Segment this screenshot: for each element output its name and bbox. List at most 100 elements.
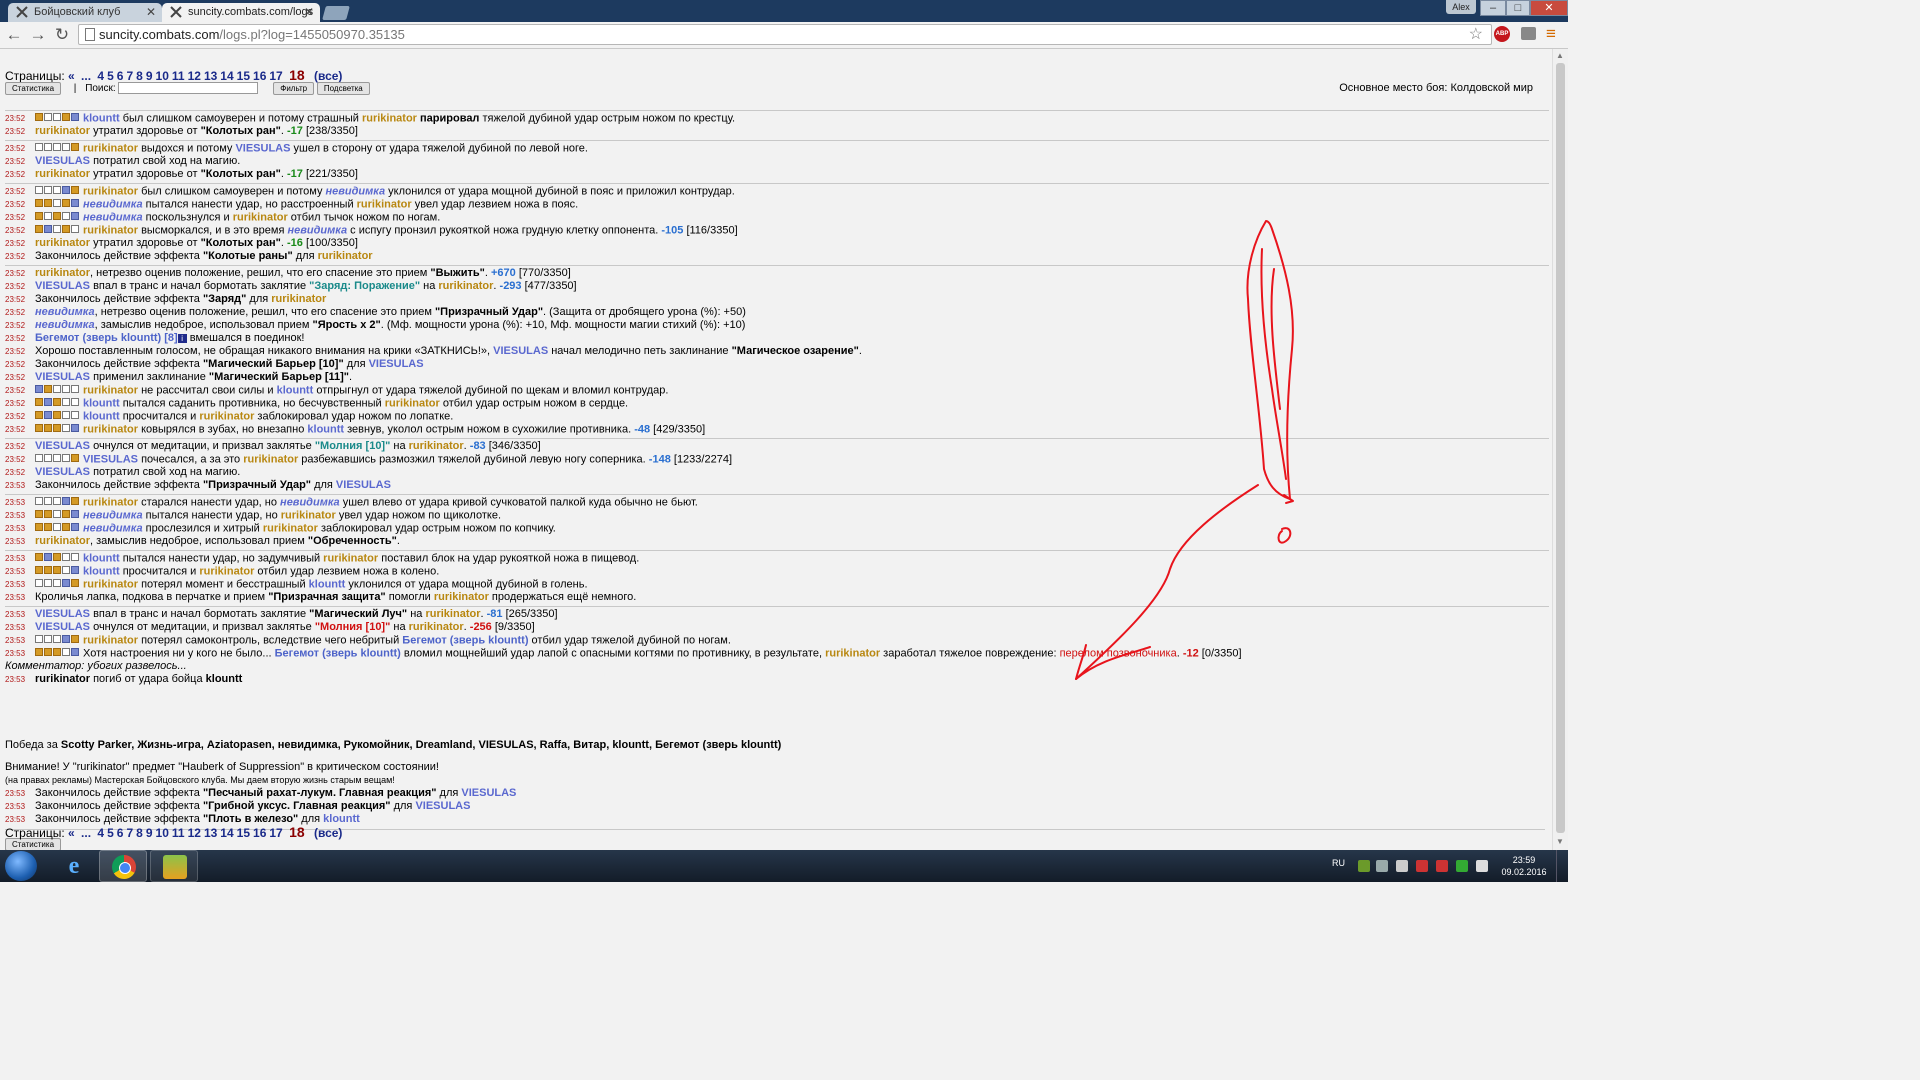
filter-button[interactable]: Фильтр — [273, 82, 315, 95]
minimize-button[interactable]: – — [1480, 0, 1506, 16]
new-tab-button[interactable] — [322, 6, 350, 20]
tab-fight-club[interactable]: Бойцовский клуб ✕ — [8, 3, 162, 22]
tab-close-icon[interactable]: ✕ — [304, 3, 314, 21]
page-link[interactable]: 6 — [117, 826, 124, 840]
extension-icon[interactable] — [1521, 27, 1536, 40]
tray-icon[interactable] — [1416, 860, 1428, 872]
page-first-link[interactable]: « — [68, 69, 75, 83]
taskbar-chrome[interactable] — [99, 850, 147, 882]
page-link[interactable]: 7 — [126, 69, 133, 83]
page-link[interactable]: 13 — [204, 826, 217, 840]
maximize-button[interactable]: □ — [1506, 0, 1530, 16]
page-first-link[interactable]: « — [68, 826, 75, 840]
scroll-thumb[interactable] — [1556, 63, 1565, 833]
page-ellipsis-link[interactable]: ... — [81, 826, 91, 840]
tab-close-icon[interactable]: ✕ — [146, 3, 156, 21]
page-link[interactable]: 14 — [220, 826, 233, 840]
page-link[interactable]: 10 — [156, 69, 169, 83]
log-line: 23:52 klountt был слишком самоуверен и по… — [5, 110, 1549, 125]
show-desktop-button[interactable] — [1556, 850, 1569, 882]
pagination-top: Страницы: « ... 4 5 6 7 8 9 10 11 12 13 14 15 16 17 1… — [5, 68, 345, 83]
ie-icon: e — [68, 853, 80, 879]
log-line: 23:52 rurikinator был слишком самоуверен … — [5, 183, 1549, 198]
log-line: 23:52 rurikinator утратил здоровье от "Ко… — [5, 168, 358, 180]
page-link[interactable]: 16 — [253, 826, 266, 840]
page-link[interactable]: 12 — [188, 69, 201, 83]
tray-icon[interactable] — [1376, 860, 1388, 872]
page-link[interactable]: 12 — [188, 826, 201, 840]
page-link[interactable]: 11 — [172, 826, 185, 840]
effect-end-line: 23:53 Закончилось действие эффекта "Грибн… — [5, 800, 471, 812]
page-link[interactable]: 15 — [237, 69, 250, 83]
bookmark-star-icon[interactable]: ☆ — [1469, 25, 1483, 44]
taskbar-app[interactable] — [150, 850, 198, 882]
close-window-button[interactable]: ✕ — [1530, 0, 1568, 16]
tab-strip: Бойцовский клуб ✕ suncity.combats.com/lo… — [0, 0, 1568, 22]
page-link[interactable]: 17 — [269, 826, 282, 840]
scroll-down-icon[interactable]: ▼ — [1556, 837, 1564, 846]
start-button-icon[interactable] — [5, 851, 37, 881]
page-ellipsis-link[interactable]: ... — [81, 69, 91, 83]
app-icon — [163, 855, 187, 879]
page-link[interactable]: 7 — [126, 826, 133, 840]
page-link[interactable]: 4 — [97, 826, 104, 840]
page-link[interactable]: 14 — [220, 69, 233, 83]
page-link[interactable]: 9 — [146, 826, 153, 840]
tray-icon[interactable] — [1358, 860, 1370, 872]
highlight-button[interactable]: Подсветка — [316, 82, 370, 95]
search-input[interactable] — [118, 82, 259, 95]
log-line: 23:52 VIESULAS потратил свой ход на магию… — [5, 155, 241, 167]
forward-arrow-icon[interactable]: → — [28, 25, 48, 45]
page-link[interactable]: 5 — [107, 826, 114, 840]
tray-icon[interactable] — [1456, 860, 1468, 872]
reload-icon[interactable]: ↻ — [52, 25, 72, 45]
tab-title: suncity.combats.com/logs — [188, 6, 314, 18]
pagination-bottom: Страницы: « ... 4 5 6 7 8 9 10 11 12 13 14 15 16 17 1… — [5, 825, 345, 840]
speaker-icon[interactable] — [1476, 860, 1488, 872]
tab-title: Бойцовский клуб — [34, 6, 121, 18]
separator: | — [73, 83, 77, 94]
page-link[interactable]: 5 — [107, 69, 114, 83]
address-bar[interactable]: suncity.combats.com/logs.pl?log=14550509… — [78, 24, 1492, 45]
url-path: /logs.pl?log=1455050970.35135 — [219, 27, 405, 42]
page-link[interactable]: 9 — [146, 69, 153, 83]
profile-button[interactable]: Alex — [1446, 0, 1476, 14]
vertical-scrollbar[interactable]: ▲ ▼ — [1552, 49, 1568, 850]
back-arrow-icon[interactable]: ← — [4, 25, 24, 45]
menu-icon[interactable]: ≡ — [1546, 24, 1556, 44]
search-label: Поиск: — [85, 83, 116, 94]
page-link[interactable]: 15 — [237, 826, 250, 840]
page-all-link[interactable]: (все) — [314, 826, 342, 840]
page-current: 18 — [289, 67, 305, 83]
page-link[interactable]: 17 — [269, 69, 282, 83]
page-link[interactable]: 11 — [172, 69, 185, 83]
page-link[interactable]: 16 — [253, 69, 266, 83]
page-all-link[interactable]: (все) — [314, 69, 342, 83]
tray-icon[interactable] — [1396, 860, 1408, 872]
chrome-icon — [112, 855, 136, 879]
taskbar-ie[interactable]: e — [50, 850, 98, 882]
adblock-icon[interactable]: ABP — [1494, 26, 1510, 42]
scroll-up-icon[interactable]: ▲ — [1556, 51, 1564, 60]
pages-label: Страницы: — [5, 826, 65, 840]
page-link[interactable]: 8 — [136, 826, 143, 840]
page-link[interactable]: 13 — [204, 69, 217, 83]
page-link[interactable]: 10 — [156, 826, 169, 840]
tab-logs[interactable]: suncity.combats.com/logs ✕ — [162, 3, 320, 22]
victory-list: Scotty Parker, Жизнь-игра, Aziatopasen, … — [60, 739, 782, 751]
info-icon[interactable]: i — [177, 333, 187, 343]
clock[interactable]: 23:59 09.02.2016 — [1500, 854, 1548, 878]
language-indicator[interactable]: RU — [1332, 858, 1345, 868]
tray-icon[interactable] — [1436, 860, 1448, 872]
warning-text: Внимание! У "rurikinator" предмет "Haube… — [5, 761, 439, 773]
page-links: 4 5 6 7 8 9 10 11 12 13 14 15 16 17 — [97, 69, 285, 83]
browser-toolbar: ← → ↻ suncity.combats.com/logs.pl?log=14… — [0, 22, 1568, 49]
page-current: 18 — [289, 824, 305, 840]
stats-button[interactable]: Статистика — [5, 82, 62, 95]
log-line: 23:52 rurikinator выдохся и потому VIESUL… — [5, 140, 1549, 155]
log-line: 23:52 rurikinator утратил здоровье от "Ко… — [5, 125, 358, 137]
page-link[interactable]: 8 — [136, 69, 143, 83]
page-link[interactable]: 4 — [97, 69, 104, 83]
page-link[interactable]: 6 — [117, 69, 124, 83]
crossed-swords-icon — [16, 6, 28, 18]
